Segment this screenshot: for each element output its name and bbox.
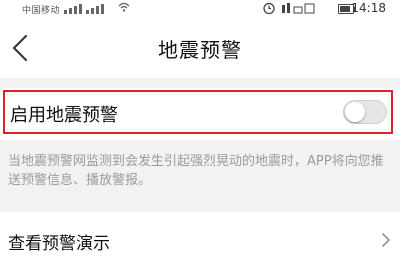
- enable-warning-row: 启用地震预警: [0, 88, 400, 140]
- chevron-right-icon: [382, 233, 390, 247]
- page-title: 地震预警: [158, 38, 242, 62]
- network-indicator-icon: [281, 3, 314, 14]
- clock-time: 14:18: [351, 1, 386, 15]
- status-bar: 中国移动 14:18: [0, 0, 400, 18]
- wifi-icon: [118, 2, 130, 15]
- carrier-name: 中国移动: [22, 6, 61, 16]
- view-demo-label: 查看预警演示: [8, 234, 110, 254]
- enable-warning-toggle[interactable]: [343, 100, 387, 124]
- warning-description: 当地震预警网监测到会发生引起强烈晃动的地震时，APP将向您推送预警信息、播放警报…: [8, 154, 384, 188]
- enable-warning-label: 启用地震预警: [10, 105, 118, 126]
- navigation-bar: 地震预警: [0, 18, 400, 78]
- toggle-knob: [345, 102, 365, 122]
- view-demo-row[interactable]: 查看预警演示: [0, 212, 400, 265]
- alarm-icon: [262, 1, 316, 18]
